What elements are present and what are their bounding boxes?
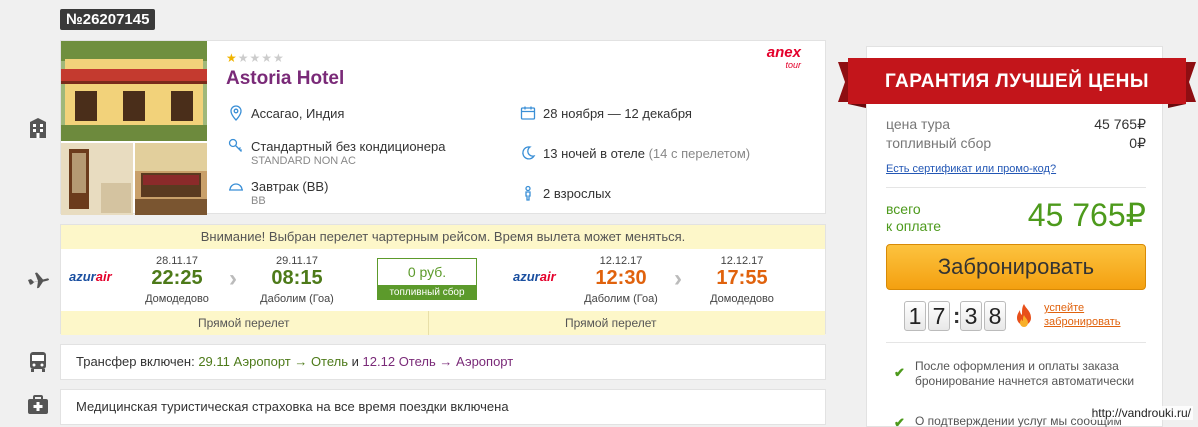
insurance-row: Медицинская туристическая страховка на в… [60, 389, 826, 425]
key-icon [228, 138, 242, 152]
fuel-fee-box: 0 руб. топливный сбор [377, 258, 477, 300]
checkmark-icon: ✔ [894, 365, 905, 380]
person-icon [525, 185, 531, 201]
fuel-fee-value: 0 руб. [407, 264, 447, 280]
outbound-direct-label: Прямой перелет [198, 316, 290, 330]
watermark-url: http://vandrouki.ru/ [1089, 406, 1193, 420]
meal-plan: Завтрак (BB) BB [251, 179, 329, 207]
meal-dome-icon [229, 183, 243, 191]
guests-count: 2 взрослых [543, 186, 611, 201]
hotel-card: ★★★★★ Astoria Hotel anex tour Ассагао, И… [60, 40, 826, 215]
timer-digit: 1 [904, 301, 926, 331]
order-number-badge: №26207145 [60, 9, 156, 30]
hurry-link[interactable]: успейте забронировать [1044, 301, 1121, 329]
transfer-return: 12.12 Отель → Аэропорт [362, 354, 514, 369]
outbound-departure-city: Домодедово [145, 293, 209, 305]
airline-logo: azurair [69, 269, 112, 284]
calendar-icon [520, 106, 536, 120]
tour-price-label: цена тура [886, 116, 951, 132]
promo-code-link[interactable]: Есть сертификат или промо-код? [886, 163, 1056, 175]
room-type: Стандартный без кондиционера STANDARD NO… [251, 139, 446, 167]
checkmark-icon: ✔ [894, 415, 905, 427]
return-departure-city: Даболим (Гоа) [584, 293, 658, 305]
divider [886, 342, 1146, 343]
timer-digit: 3 [960, 301, 982, 331]
location-pin-icon [230, 105, 242, 121]
airplane-icon [28, 272, 49, 289]
fuel-price-value: 0₽ [1129, 135, 1146, 151]
outbound-arrival-time: 08:15 [271, 267, 323, 289]
tour-price-value: 45 765₽ [1094, 116, 1146, 132]
outbound-departure-time: 22:25 [151, 267, 203, 289]
return-arrival-city: Домодедово [710, 293, 774, 305]
hotel-photo-main[interactable] [61, 41, 207, 141]
hotel-location: Ассагао, Индия [251, 106, 345, 121]
tour-operator-logo: anex tour [766, 44, 801, 70]
return-arrival-date: 12.12.17 [720, 255, 764, 267]
airline-logo: azurair [513, 269, 556, 284]
moon-icon [522, 146, 536, 160]
total-price: 45 765₽ [1027, 197, 1146, 233]
hotel-photo-thumb[interactable] [135, 143, 207, 215]
chevron-right-icon: › [229, 265, 237, 292]
hotel-name[interactable]: Astoria Hotel [226, 68, 344, 90]
total-label: всего к оплате [886, 201, 942, 234]
hotel-building-icon [30, 118, 46, 138]
fuel-fee-label: топливный сбор [378, 285, 476, 300]
booking-note: После оформления и оплаты заказа брониро… [915, 359, 1135, 388]
flight-card: Внимание! Выбран перелет чартерным рейсо… [60, 224, 826, 335]
outbound-arrival-date: 29.11.17 [275, 255, 318, 267]
return-arrival-time: 17:55 [716, 267, 768, 289]
hotel-star-rating: ★★★★★ [226, 51, 285, 65]
best-price-banner: ГАРАНТИЯ ЛУЧШЕЙ ЦЕНЫ [884, 71, 1149, 92]
transfer-row: Трансфер включен: 29.11 Аэропорт → Отель… [60, 344, 826, 380]
book-button[interactable]: Забронировать [886, 244, 1146, 290]
charter-warning: Внимание! Выбран перелет чартерным рейсо… [61, 225, 825, 249]
timer-digit: 8 [984, 301, 1006, 331]
hotel-photo-thumb[interactable] [61, 143, 133, 215]
direct-flight-bar: Прямой перелет Прямой перелет [61, 311, 825, 335]
chevron-right-icon: › [674, 265, 682, 292]
transfer-outbound: 29.11 Аэропорт → Отель [198, 354, 349, 369]
return-departure-date: 12.12.17 [599, 255, 643, 267]
fuel-price-label: топливный сбор [886, 135, 992, 151]
return-direct-label: Прямой перелет [565, 316, 657, 330]
medical-kit-icon [28, 395, 48, 414]
nights-count: 13 ночей в отеле (14 с перелетом) [543, 146, 751, 161]
timer-digit: 7 [928, 301, 950, 331]
meal-code: BB [251, 195, 266, 207]
trip-dates: 28 ноября — 12 декабря [543, 106, 692, 121]
divider [886, 187, 1146, 188]
outbound-departure-date: 28.11.17 [155, 255, 198, 267]
room-code: STANDARD NON AC [251, 155, 356, 167]
outbound-arrival-city: Даболим (Гоа) [260, 293, 334, 305]
fire-icon [1017, 304, 1031, 327]
return-departure-time: 12:30 [595, 267, 647, 289]
bus-icon [30, 352, 46, 372]
